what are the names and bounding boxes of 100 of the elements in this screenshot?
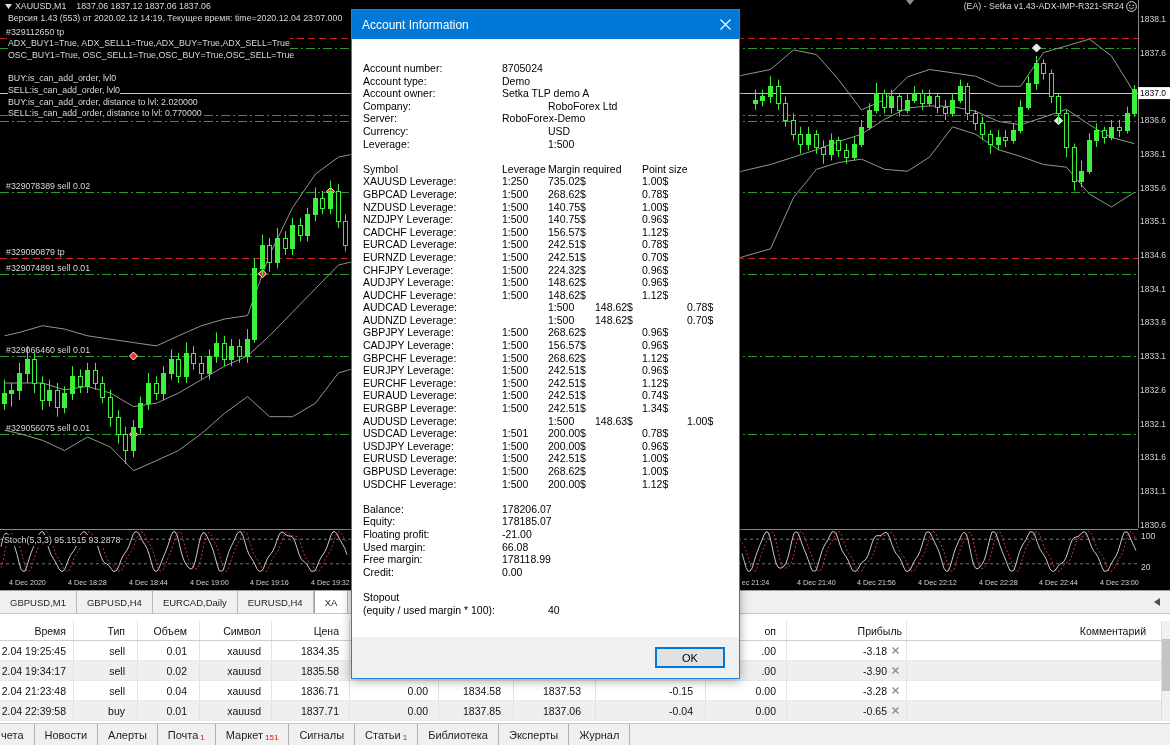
column-header[interactable]: Время: [34, 624, 66, 637]
terminal-tab[interactable]: Новости: [34, 724, 99, 745]
scrollbar[interactable]: [1161, 621, 1170, 721]
field-label: (equity / used margin * 100):: [363, 603, 495, 617]
column-header[interactable]: Комментарий: [1079, 624, 1146, 637]
margin-value: 140.75$: [548, 213, 586, 226]
candle: [298, 217, 303, 242]
candle: [161, 365, 166, 401]
dialog-title: Account Information: [362, 17, 469, 32]
candle: [920, 89, 925, 111]
close-icon[interactable]: [892, 687, 899, 694]
symbol-label: AUDCHF Leverage:: [363, 288, 457, 302]
volume-value: 0.04: [166, 684, 187, 697]
candle: [222, 335, 227, 367]
point-size-value: 0.96$: [642, 339, 669, 352]
table-row[interactable]: 2.04 22:39:58 buy 0.01 xauusd 1837.71 0.00 1837.85 1837.06 -0.04 0.00 -0.65: [0, 701, 1161, 721]
candle: [988, 129, 993, 155]
leverage-value: 1:500: [502, 276, 529, 289]
column-header: Margin required: [548, 162, 622, 176]
leverage-value: 1:500: [502, 238, 529, 251]
caret-icon[interactable]: [5, 4, 12, 10]
column-header[interactable]: Цена: [313, 624, 339, 637]
diamond-marker: [1032, 43, 1041, 53]
close-icon[interactable]: [892, 647, 899, 654]
margin-value: 140.75$: [548, 200, 586, 214]
point-size-value: 1.34$: [642, 402, 669, 415]
margin-value: 224.32$: [548, 263, 586, 277]
number-value: 0.00: [755, 704, 776, 717]
symbol-value: xauusd: [227, 704, 261, 717]
triangle-left-icon[interactable]: [1154, 598, 1160, 606]
field-label: Used margin:: [363, 540, 426, 554]
chart-tab[interactable]: GBPUSD,M1: [0, 591, 77, 613]
terminal-tab[interactable]: Алерты: [98, 724, 158, 745]
candle: [1018, 99, 1023, 134]
candle: [283, 230, 288, 256]
candle: [207, 348, 212, 381]
column-header[interactable]: Прибыль: [857, 624, 902, 637]
close-icon[interactable]: [892, 707, 899, 714]
candle: [93, 362, 98, 391]
chart-tab[interactable]: XA: [313, 591, 349, 613]
close-icon[interactable]: [892, 667, 899, 674]
triangle-icon[interactable]: [906, 0, 914, 5]
profit-value: -0.65: [863, 704, 887, 717]
candle: [78, 369, 83, 394]
margin-value: 268.62$: [548, 187, 586, 201]
terminal-tab[interactable]: чета: [0, 724, 35, 745]
chart-tab[interactable]: EURUSD,H4: [237, 591, 314, 613]
terminal-tab[interactable]: Эксперты: [498, 724, 570, 745]
point-size-value: 0.96$: [642, 276, 669, 289]
column-header[interactable]: Символ: [223, 624, 261, 637]
point-size-value: 1.12$: [642, 351, 669, 365]
candle: [867, 102, 872, 131]
section-title: Stopout: [363, 590, 400, 604]
point-size-value: 0.96$: [642, 213, 669, 226]
terminal-tab[interactable]: Библиотека: [418, 724, 499, 745]
price-axis-label: 1836.1: [1140, 148, 1166, 159]
field-label: Company:: [363, 99, 411, 113]
point-size-value: 0.70$: [642, 250, 669, 264]
candle: [85, 362, 90, 394]
ok-button[interactable]: OK: [655, 647, 725, 668]
price-axis-label: 1835.6: [1140, 182, 1166, 193]
terminal-tab[interactable]: Журнал: [569, 724, 631, 745]
candle: [260, 234, 265, 276]
candle: [1064, 109, 1069, 158]
price-axis-label: 1831.6: [1140, 452, 1166, 463]
column-header[interactable]: Объем: [153, 624, 187, 637]
column-header[interactable]: оп: [764, 624, 776, 637]
scroll-thumb[interactable]: [1162, 639, 1170, 691]
margin-value: 242.51$: [548, 389, 586, 403]
symbol-label: USDJPY Leverage:: [363, 439, 454, 453]
point-size-value: 1.12$: [642, 376, 669, 390]
margin-value: 268.62$: [548, 465, 586, 478]
symbol-label: NZDUSD Leverage:: [363, 200, 457, 214]
field-value: -21.00: [502, 527, 532, 541]
number-value: -0.15: [669, 684, 693, 697]
terminal-tab[interactable]: Сигналы: [289, 724, 356, 745]
price-value: 1834.35: [301, 644, 339, 657]
field-label: Account owner:: [363, 87, 436, 100]
candle: [290, 217, 295, 256]
point-size-value: 1.00$: [642, 465, 669, 478]
candle: [313, 187, 318, 222]
candle: [55, 382, 60, 418]
field-label: Account type:: [363, 74, 427, 88]
candle: [131, 419, 136, 458]
column-header[interactable]: Тип: [107, 624, 125, 637]
chart-tab[interactable]: EURCAD,Daily: [152, 591, 238, 613]
number-value: .00: [761, 644, 776, 657]
margin-value: 200.00$: [548, 427, 586, 440]
order-label: #329056075 sell 0.01: [6, 423, 91, 434]
candle: [905, 92, 910, 114]
candle: [1049, 69, 1054, 104]
candle: [1003, 129, 1008, 148]
point-size-value: 1.00$: [642, 175, 669, 188]
candle: [1102, 126, 1107, 145]
leverage-value: 1:500: [502, 465, 529, 478]
diamond-marker: [1054, 116, 1063, 126]
chart-tab[interactable]: GBPUSD,H4: [76, 591, 153, 613]
unread-count: 1: [402, 733, 408, 742]
price-axis-label: 1832.1: [1140, 418, 1166, 429]
point-size-value: 1.00$: [642, 452, 669, 465]
